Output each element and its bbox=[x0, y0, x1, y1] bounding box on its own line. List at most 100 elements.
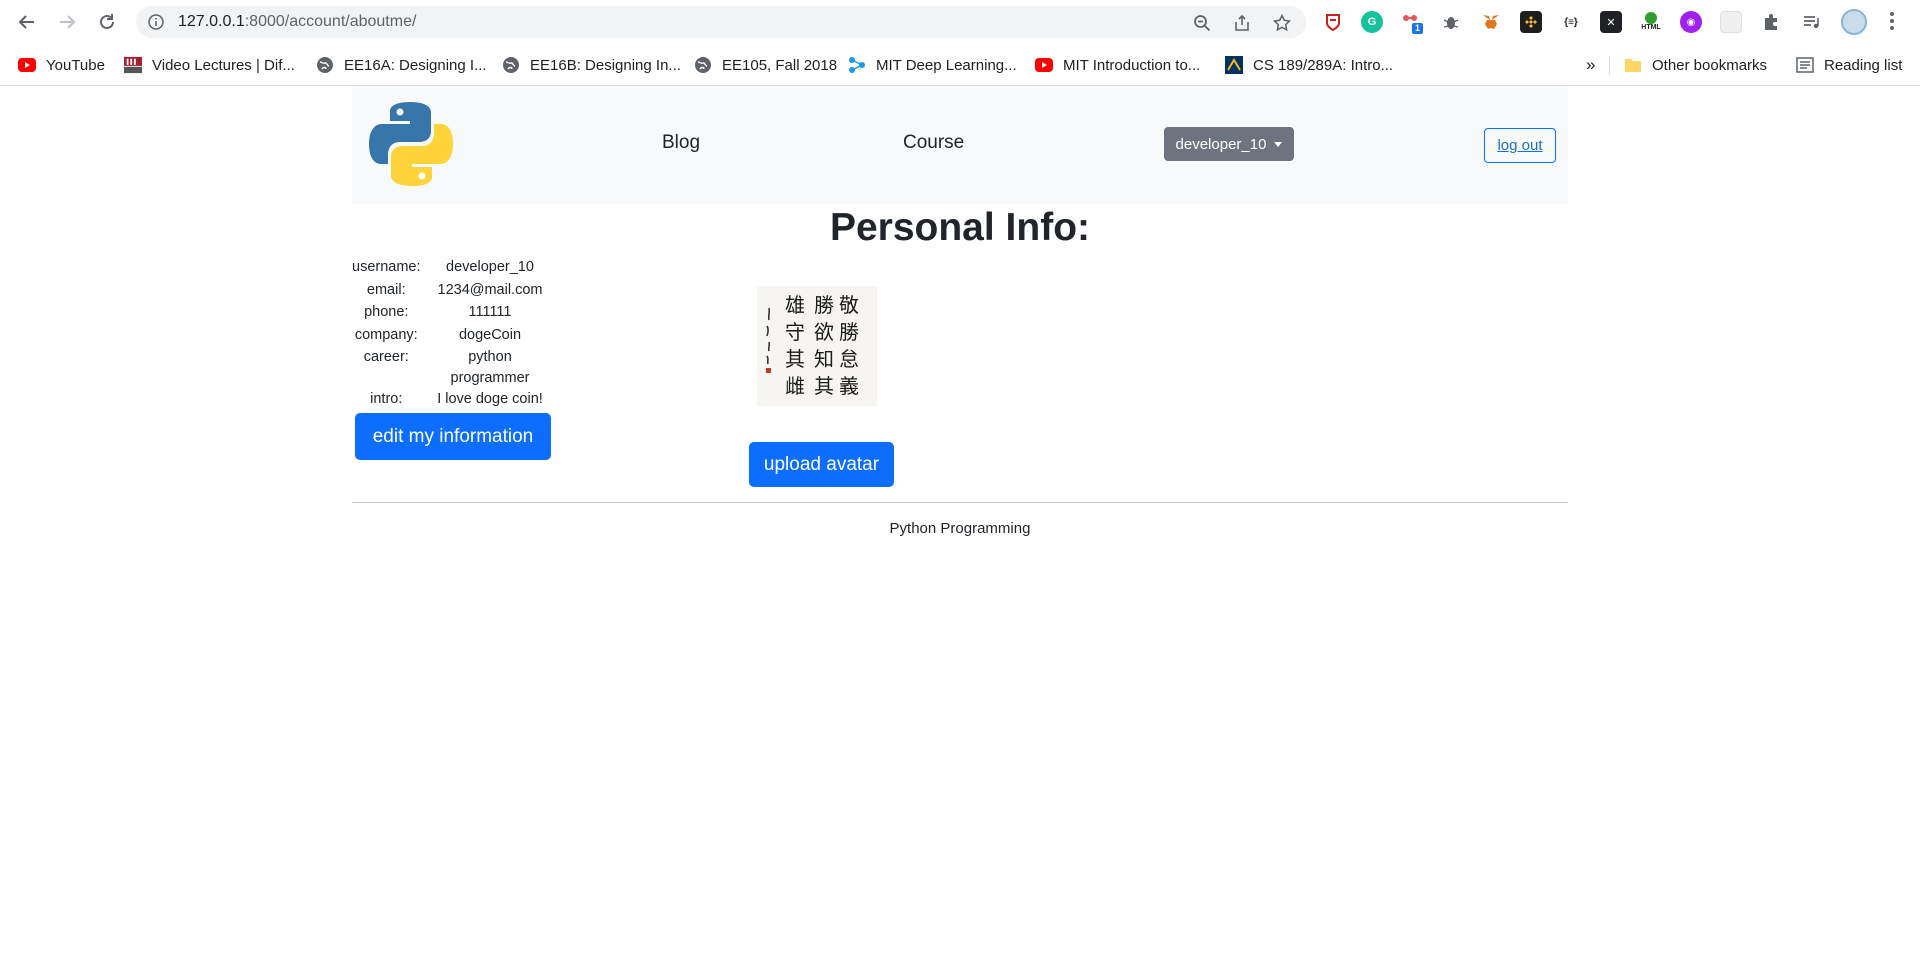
forward-icon[interactable] bbox=[53, 8, 81, 36]
info-row-username: username: developer_10 bbox=[352, 257, 559, 280]
bookmark-ee16b[interactable]: EE16B: Designing In... bbox=[502, 54, 681, 76]
media-queue-icon[interactable] bbox=[1800, 11, 1822, 33]
user-dropdown-label: developer_10 bbox=[1175, 135, 1267, 153]
info-value: python programmer bbox=[450, 349, 530, 386]
x-icon[interactable]: ✕ bbox=[1600, 11, 1622, 33]
url-host: 127.0.0.1 bbox=[178, 13, 245, 30]
calligraphy-char: 雄 bbox=[785, 293, 805, 317]
address-bar[interactable]: 127.0.0.1:8000/account/aboutme/ bbox=[136, 6, 1306, 38]
info-key: phone: bbox=[364, 304, 409, 320]
other-bookmarks-label: Other bookmarks bbox=[1652, 56, 1768, 74]
berkeley-icon bbox=[1225, 56, 1243, 74]
site-info-icon[interactable] bbox=[148, 14, 164, 35]
calligraphy-char: 勝 bbox=[814, 293, 834, 317]
info-key: email: bbox=[366, 281, 406, 298]
calligraphy-char: 雌 bbox=[785, 374, 805, 398]
html-tree-icon[interactable]: HTML bbox=[1640, 11, 1662, 33]
calligraphy-char: 知 bbox=[814, 347, 834, 371]
binance-icon[interactable] bbox=[1520, 11, 1542, 33]
youtube-icon bbox=[1035, 56, 1053, 74]
info-row-intro: intro: I love doge coin! bbox=[352, 389, 559, 412]
info-row-email: email: 1234@mail.com bbox=[352, 280, 559, 303]
bookmark-mit-intro[interactable]: MIT Introduction to... bbox=[1035, 54, 1200, 76]
user-dropdown-button[interactable]: developer_10 bbox=[1164, 127, 1294, 161]
bookmark-label: CS 189/289A: Intro... bbox=[1253, 56, 1394, 74]
url-text[interactable]: 127.0.0.1:8000/account/aboutme/ bbox=[178, 13, 416, 31]
info-row-phone: phone: 111111 bbox=[352, 302, 559, 325]
upload-avatar-button[interactable]: upload avatar bbox=[749, 442, 894, 487]
bookmark-ee16a[interactable]: EE16A: Designing I... bbox=[316, 54, 487, 76]
share-icon[interactable] bbox=[1232, 13, 1252, 33]
calligraphy-char: 其 bbox=[785, 347, 805, 371]
site-navbar: Blog Course developer_10 log out bbox=[352, 86, 1568, 204]
bookmarks-overflow-icon[interactable]: » bbox=[1586, 54, 1595, 76]
puzzle-extensions-icon[interactable] bbox=[1760, 11, 1782, 33]
calligraphy-char: 怠 bbox=[839, 347, 859, 371]
extension-badge: 1 bbox=[1412, 23, 1424, 34]
browser-toolbar: 127.0.0.1:8000/account/aboutme/ G 1 {≡} … bbox=[0, 0, 1920, 44]
grammarly-icon[interactable]: G bbox=[1361, 11, 1383, 33]
edit-information-button[interactable]: edit my information bbox=[355, 413, 551, 460]
purple-extension-icon[interactable]: ◉ bbox=[1680, 11, 1702, 33]
calligraphy-char: 其 bbox=[814, 374, 834, 398]
globe-icon bbox=[694, 56, 712, 74]
bookmark-label: Video Lectures | Dif... bbox=[152, 56, 295, 74]
json-viewer-icon[interactable]: {≡} bbox=[1560, 11, 1582, 33]
youtube-icon bbox=[18, 56, 36, 74]
logout-label: log out bbox=[1497, 137, 1543, 154]
info-key: username: bbox=[352, 259, 421, 275]
globe-icon bbox=[502, 56, 520, 74]
browser-menu-icon[interactable] bbox=[1886, 10, 1898, 34]
reading-list[interactable]: Reading list bbox=[1796, 54, 1902, 76]
info-value: 111111 bbox=[468, 304, 512, 320]
calligraphy-char: 欲 bbox=[814, 320, 834, 344]
logout-button[interactable]: log out bbox=[1484, 128, 1556, 163]
reading-list-icon bbox=[1796, 56, 1814, 74]
bug-icon[interactable] bbox=[1440, 11, 1462, 33]
bookmark-ee105[interactable]: EE105, Fall 2018 bbox=[694, 54, 837, 76]
network-extension-icon[interactable]: 1 bbox=[1400, 11, 1424, 34]
info-value: dogeCoin bbox=[458, 326, 522, 343]
calligraphy-char: 守 bbox=[785, 320, 805, 344]
bookmark-label: YouTube bbox=[46, 56, 105, 74]
page-title: Personal Info: bbox=[829, 206, 1091, 249]
other-bookmarks[interactable]: Other bookmarks bbox=[1624, 54, 1767, 76]
bookmark-label: MIT Introduction to... bbox=[1063, 56, 1201, 74]
blank-extension-icon[interactable] bbox=[1720, 11, 1742, 33]
bookmark-label: EE16A: Designing I... bbox=[344, 56, 487, 74]
avatar-image: 敬 勝 怠 義 勝 欲 知 其 雄 守 其 雌 bbox=[757, 286, 877, 406]
folder-icon bbox=[1624, 56, 1642, 74]
nav-course-link[interactable]: Course bbox=[903, 132, 964, 154]
info-row-career: career: python programmer bbox=[352, 347, 559, 389]
bookmark-video-lectures[interactable]: Video Lectures | Dif... bbox=[124, 54, 295, 76]
reload-icon[interactable] bbox=[93, 8, 121, 36]
python-logo-icon[interactable] bbox=[363, 96, 459, 192]
info-value: 1234@mail.com bbox=[437, 281, 543, 298]
footer-divider bbox=[352, 502, 1568, 503]
caret-down-icon bbox=[1274, 141, 1283, 147]
zoom-icon[interactable] bbox=[1192, 13, 1212, 33]
calligraphy-char: 敬 bbox=[839, 293, 859, 317]
profile-avatar-icon[interactable] bbox=[1841, 9, 1867, 35]
info-key: career: bbox=[363, 349, 409, 365]
personal-info-table: username: developer_10 email: 1234@mail.… bbox=[352, 257, 559, 412]
metamask-fox-icon[interactable] bbox=[1480, 11, 1502, 33]
ublock-shield-icon[interactable] bbox=[1322, 11, 1344, 33]
bookmark-label: EE16B: Designing In... bbox=[530, 56, 681, 74]
bookmark-mit-deep-learning[interactable]: MIT Deep Learning... bbox=[848, 54, 1017, 76]
network-icon bbox=[848, 56, 866, 74]
bookmark-star-icon[interactable] bbox=[1272, 13, 1292, 33]
info-value: developer_10 bbox=[446, 259, 534, 275]
back-icon[interactable] bbox=[13, 8, 41, 36]
reading-list-label: Reading list bbox=[1824, 56, 1903, 74]
bookmark-cs189[interactable]: CS 189/289A: Intro... bbox=[1225, 54, 1393, 76]
info-key: intro: bbox=[370, 391, 403, 407]
html-tree-label: HTML bbox=[1641, 24, 1661, 31]
mit-ocw-icon bbox=[124, 56, 142, 74]
nav-blog-link[interactable]: Blog bbox=[662, 132, 700, 154]
footer-text: Python Programming bbox=[889, 520, 1031, 537]
info-value: I love doge coin! bbox=[437, 391, 543, 407]
calligraphy-char: 義 bbox=[839, 374, 859, 398]
bookmark-label: MIT Deep Learning... bbox=[876, 56, 1017, 74]
bookmark-youtube[interactable]: YouTube bbox=[18, 54, 105, 76]
